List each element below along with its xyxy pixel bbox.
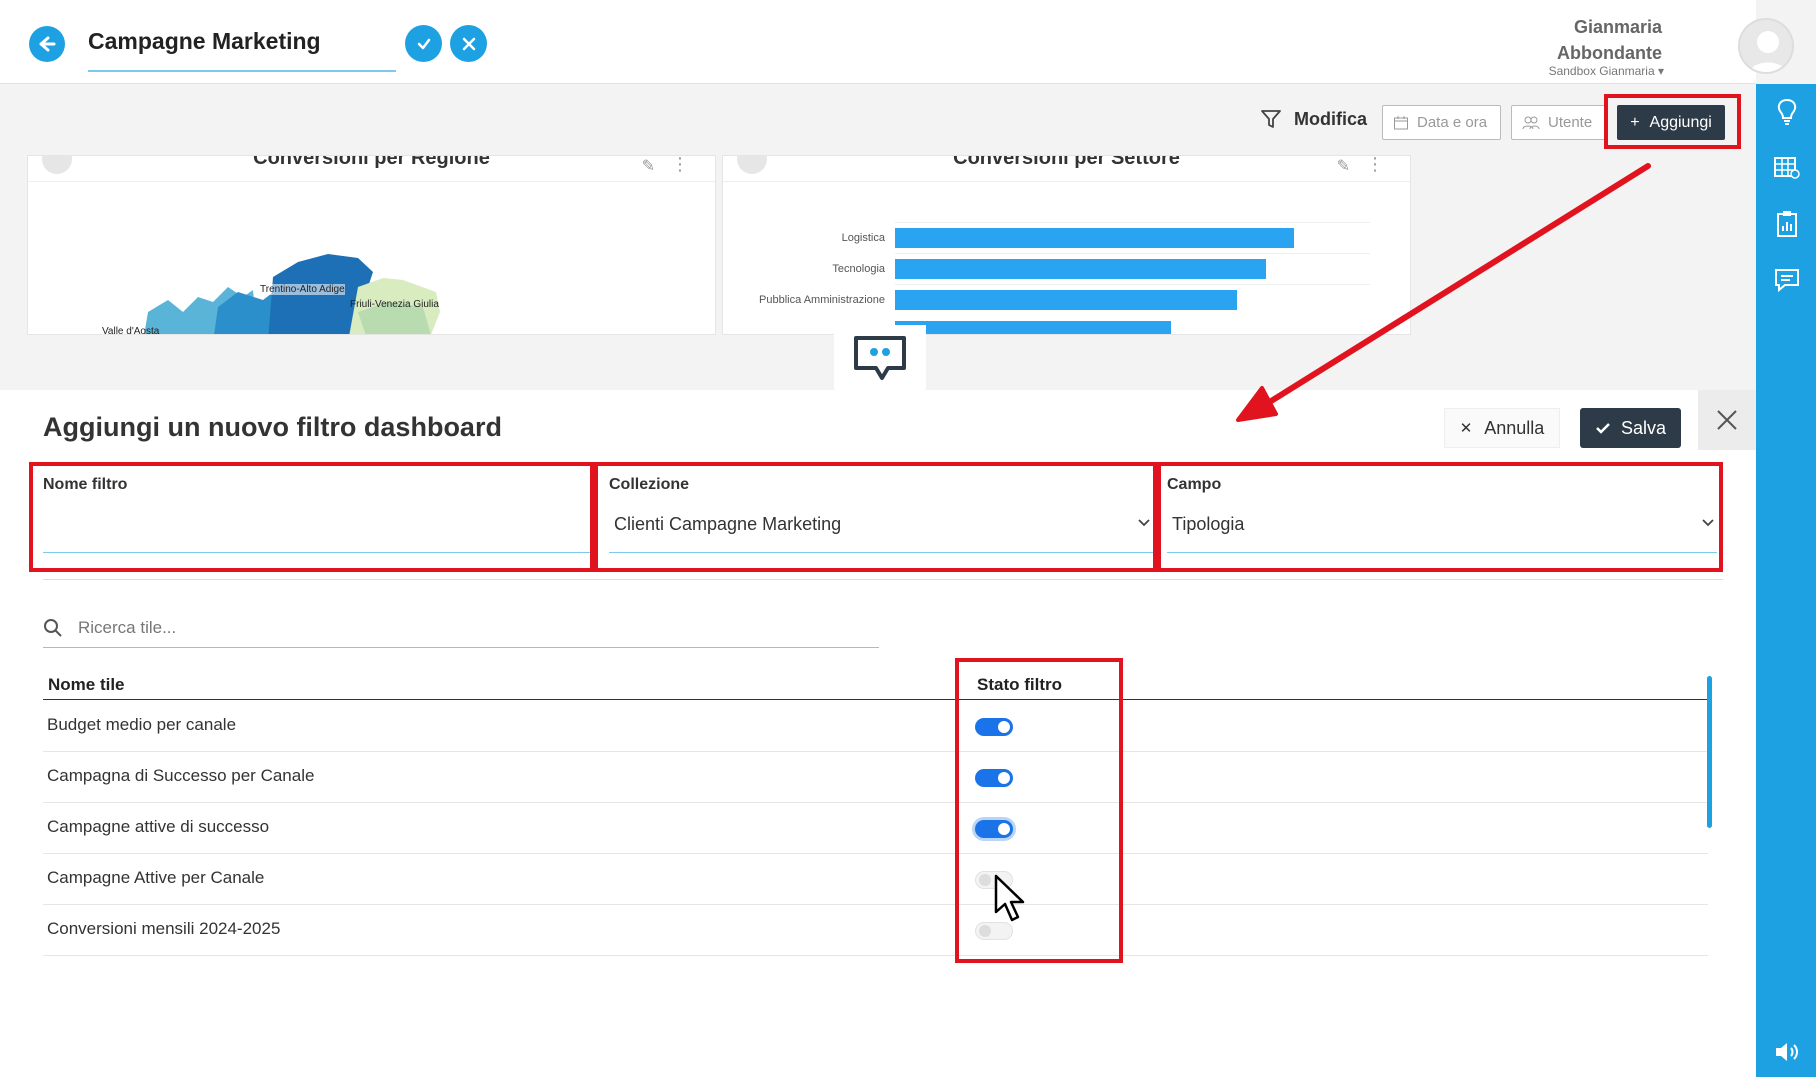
table-row: Campagne attive di successo [43,803,1708,854]
edit-pencil-icon[interactable]: ✎ [642,156,655,176]
table-scrollbar[interactable] [1707,676,1712,828]
tile-header: Conversioni per Settore ✎ ⋮ [723,156,1410,182]
tile-name: Budget medio per canale [47,715,237,734]
map-label: Trentino-Alto Adige [260,284,345,295]
search-icon [44,619,62,637]
modifica-filter-button[interactable]: Modifica [1260,108,1367,130]
tile-conversioni-settore: Conversioni per Settore ✎ ⋮ Logistica Tec… [722,155,1411,335]
lightbulb-icon[interactable] [1773,98,1801,126]
tile-header: Conversioni per Regione ✎ ⋮ [28,156,715,182]
tile-title: Conversioni per Settore [953,155,1180,169]
chart-gridline [895,284,1370,285]
edit-pencil-icon[interactable]: ✎ [1337,156,1350,176]
column-nome-tile: Nome tile [48,675,125,694]
filter-funnel-icon [1261,110,1281,128]
modifica-label: Modifica [1294,108,1368,129]
map-label: Valle d'Aosta [102,326,160,335]
chat-bot-tab[interactable] [834,325,926,391]
close-icon: ✕ [1459,420,1473,437]
close-icon [1717,410,1737,430]
user-silhouette-icon [1749,31,1787,72]
workspace-selector[interactable]: Sandbox Gianmaria ▾ [1549,64,1664,78]
confirm-title-button[interactable] [405,25,442,62]
tile-name: Conversioni mensili 2024-2025 [47,919,281,938]
avatar[interactable] [1738,18,1794,74]
check-icon [417,38,430,49]
user-name[interactable]: Gianmaria Abbondante [1557,14,1662,66]
title-input-underline [88,70,396,72]
utente-filter-button[interactable]: Utente [1511,105,1606,140]
volume-icon[interactable] [1773,1038,1801,1066]
map-label: Friuli-Venezia Giulia [350,299,439,310]
search-placeholder: Ricerca tile... [78,618,177,637]
check-icon [1596,423,1610,434]
table-settings-icon[interactable] [1773,154,1801,182]
bar-pubblica-amministrazione[interactable] [895,290,1237,310]
divider [43,579,1723,580]
bar-category-label: Logistica [841,232,885,244]
utente-label: Utente [1548,114,1593,131]
annotation-box-campo [1157,462,1723,572]
annotation-box-aggiungi [1604,94,1741,149]
table-row: Budget medio per canale [43,701,1708,752]
search-underline [43,647,879,648]
tile-title: Conversioni per Regione [253,155,490,169]
bar-category-label: Tecnologia [832,263,885,275]
tiles-table-header: Nome tile Stato filtro [43,666,1708,700]
more-vertical-icon[interactable]: ⋮ [1366,156,1384,175]
annulla-button[interactable]: ✕ Annulla [1444,408,1560,448]
tile-name: Campagne Attive per Canale [47,868,265,887]
table-row: Conversioni mensili 2024-2025 [43,905,1708,956]
tile-search[interactable]: Ricerca tile... [43,606,879,648]
tile-name: Campagne attive di successo [47,817,270,836]
annotation-box-collezione [594,462,1157,572]
page-title: Campagne Marketing [88,28,321,54]
annotation-box-nome-filtro [29,462,594,572]
back-button[interactable] [29,26,65,62]
user-first-name: Gianmaria [1573,17,1662,37]
panel-title: Aggiungi un nuovo filtro dashboard [43,412,502,442]
chart-gridline [895,253,1370,254]
bar-logistica[interactable] [895,228,1294,248]
chart-gridline [895,222,1370,223]
top-header: Campagne Marketing Gianmaria Abbondante … [0,0,1794,84]
annotation-box-stato-filtro [955,658,1123,963]
table-row: Campagne Attive per Canale [43,854,1708,905]
data-ora-filter-button[interactable]: Data e ora [1382,105,1501,140]
users-icon [1522,116,1540,129]
chat-icon[interactable] [1773,266,1801,294]
bar-tecnologia[interactable] [895,259,1266,279]
arrow-left-icon [39,36,56,52]
region-map [144,254,440,334]
cancel-title-button[interactable] [450,25,487,62]
user-last-name: Abbondante [1557,43,1662,63]
bar-partial [895,321,1171,334]
salva-label: Salva [1620,417,1667,438]
calendar-icon [1394,115,1408,129]
tile-conversioni-regione: Conversioni per Regione ✎ ⋮ Trentino-Alt… [27,155,716,335]
data-ora-label: Data e ora [1417,114,1488,131]
chat-bubble-icon [854,336,906,380]
close-icon [462,37,475,50]
more-vertical-icon[interactable]: ⋮ [671,156,689,175]
annulla-label: Annulla [1484,417,1545,438]
bar-category-label: Pubblica Amministrazione [759,294,885,306]
right-sidebar [1756,84,1816,1077]
close-panel-button[interactable] [1698,390,1756,450]
report-clipboard-icon[interactable] [1773,210,1801,238]
table-row: Campagna di Successo per Canale [43,752,1708,803]
tile-name: Campagna di Successo per Canale [47,766,315,785]
salva-button[interactable]: Salva [1580,408,1681,448]
